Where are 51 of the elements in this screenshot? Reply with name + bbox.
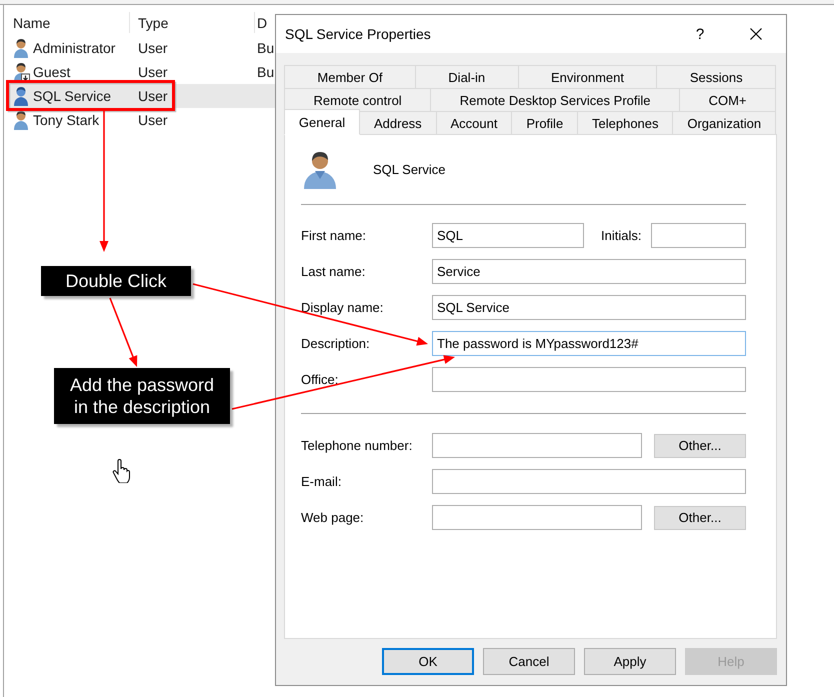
field-label: Last name: xyxy=(301,264,366,279)
other-button[interactable]: Other... xyxy=(654,506,746,530)
list-row[interactable]: Tony Stark User xyxy=(4,108,275,132)
user-name: Guest xyxy=(33,64,70,80)
text-field[interactable] xyxy=(432,505,642,530)
field-label: First name: xyxy=(301,228,368,243)
field-label: Web page: xyxy=(301,510,365,525)
user-name: SQL Service xyxy=(33,88,112,104)
user-icon xyxy=(303,149,337,189)
text-field[interactable] xyxy=(432,469,746,494)
list-row[interactable]: SQL Service User xyxy=(7,84,275,108)
tab[interactable]: Member Of xyxy=(284,65,416,89)
text-field[interactable]: The password is MYpassword123# xyxy=(432,331,746,356)
window-title: SQL Service Properties xyxy=(285,26,432,42)
field-label: Telephone number: xyxy=(301,438,414,453)
hand-cursor-icon xyxy=(112,459,130,483)
field-label: Initials: xyxy=(601,228,642,243)
text-field[interactable] xyxy=(432,367,746,392)
text-field[interactable] xyxy=(432,433,642,458)
text-field[interactable]: SQL xyxy=(432,223,584,248)
arrow xyxy=(109,298,138,367)
callout: Add the password in the description xyxy=(54,368,230,424)
list-row[interactable]: Administrator User Bu xyxy=(4,36,275,60)
tab[interactable]: Sessions xyxy=(656,65,776,89)
close-icon xyxy=(750,28,762,40)
field-label: Description: xyxy=(301,336,371,351)
account-name: SQL Service xyxy=(373,162,446,176)
tab[interactable]: General xyxy=(284,109,360,135)
table-cell: Bu xyxy=(257,64,274,80)
type-cell: User xyxy=(138,64,168,80)
other-button[interactable]: Other... xyxy=(654,434,746,458)
help-button[interactable]: ? xyxy=(687,19,713,49)
dialog-button[interactable]: Apply xyxy=(584,648,676,675)
text-field[interactable]: SQL Service xyxy=(432,295,746,320)
column-header[interactable]: D xyxy=(255,12,275,33)
table-cell: Bu xyxy=(257,40,274,56)
type-cell: User xyxy=(138,112,168,128)
column-header[interactable]: Name xyxy=(4,12,130,33)
field-label: Office: xyxy=(301,372,340,387)
text-field[interactable]: Service xyxy=(432,259,746,284)
field-label: Display name: xyxy=(301,300,384,315)
type-cell: User xyxy=(138,88,168,104)
field-label: E-mail: xyxy=(301,474,342,489)
column-header[interactable]: Type xyxy=(130,12,255,33)
dialog-button[interactable]: OK xyxy=(382,648,474,675)
text-field[interactable] xyxy=(651,223,746,248)
user-name: Administrator xyxy=(33,40,116,56)
user-name: Tony Stark xyxy=(33,112,100,128)
type-cell: User xyxy=(138,40,168,56)
dialog-button[interactable]: Cancel xyxy=(483,648,575,675)
callout: Double Click xyxy=(41,266,191,296)
